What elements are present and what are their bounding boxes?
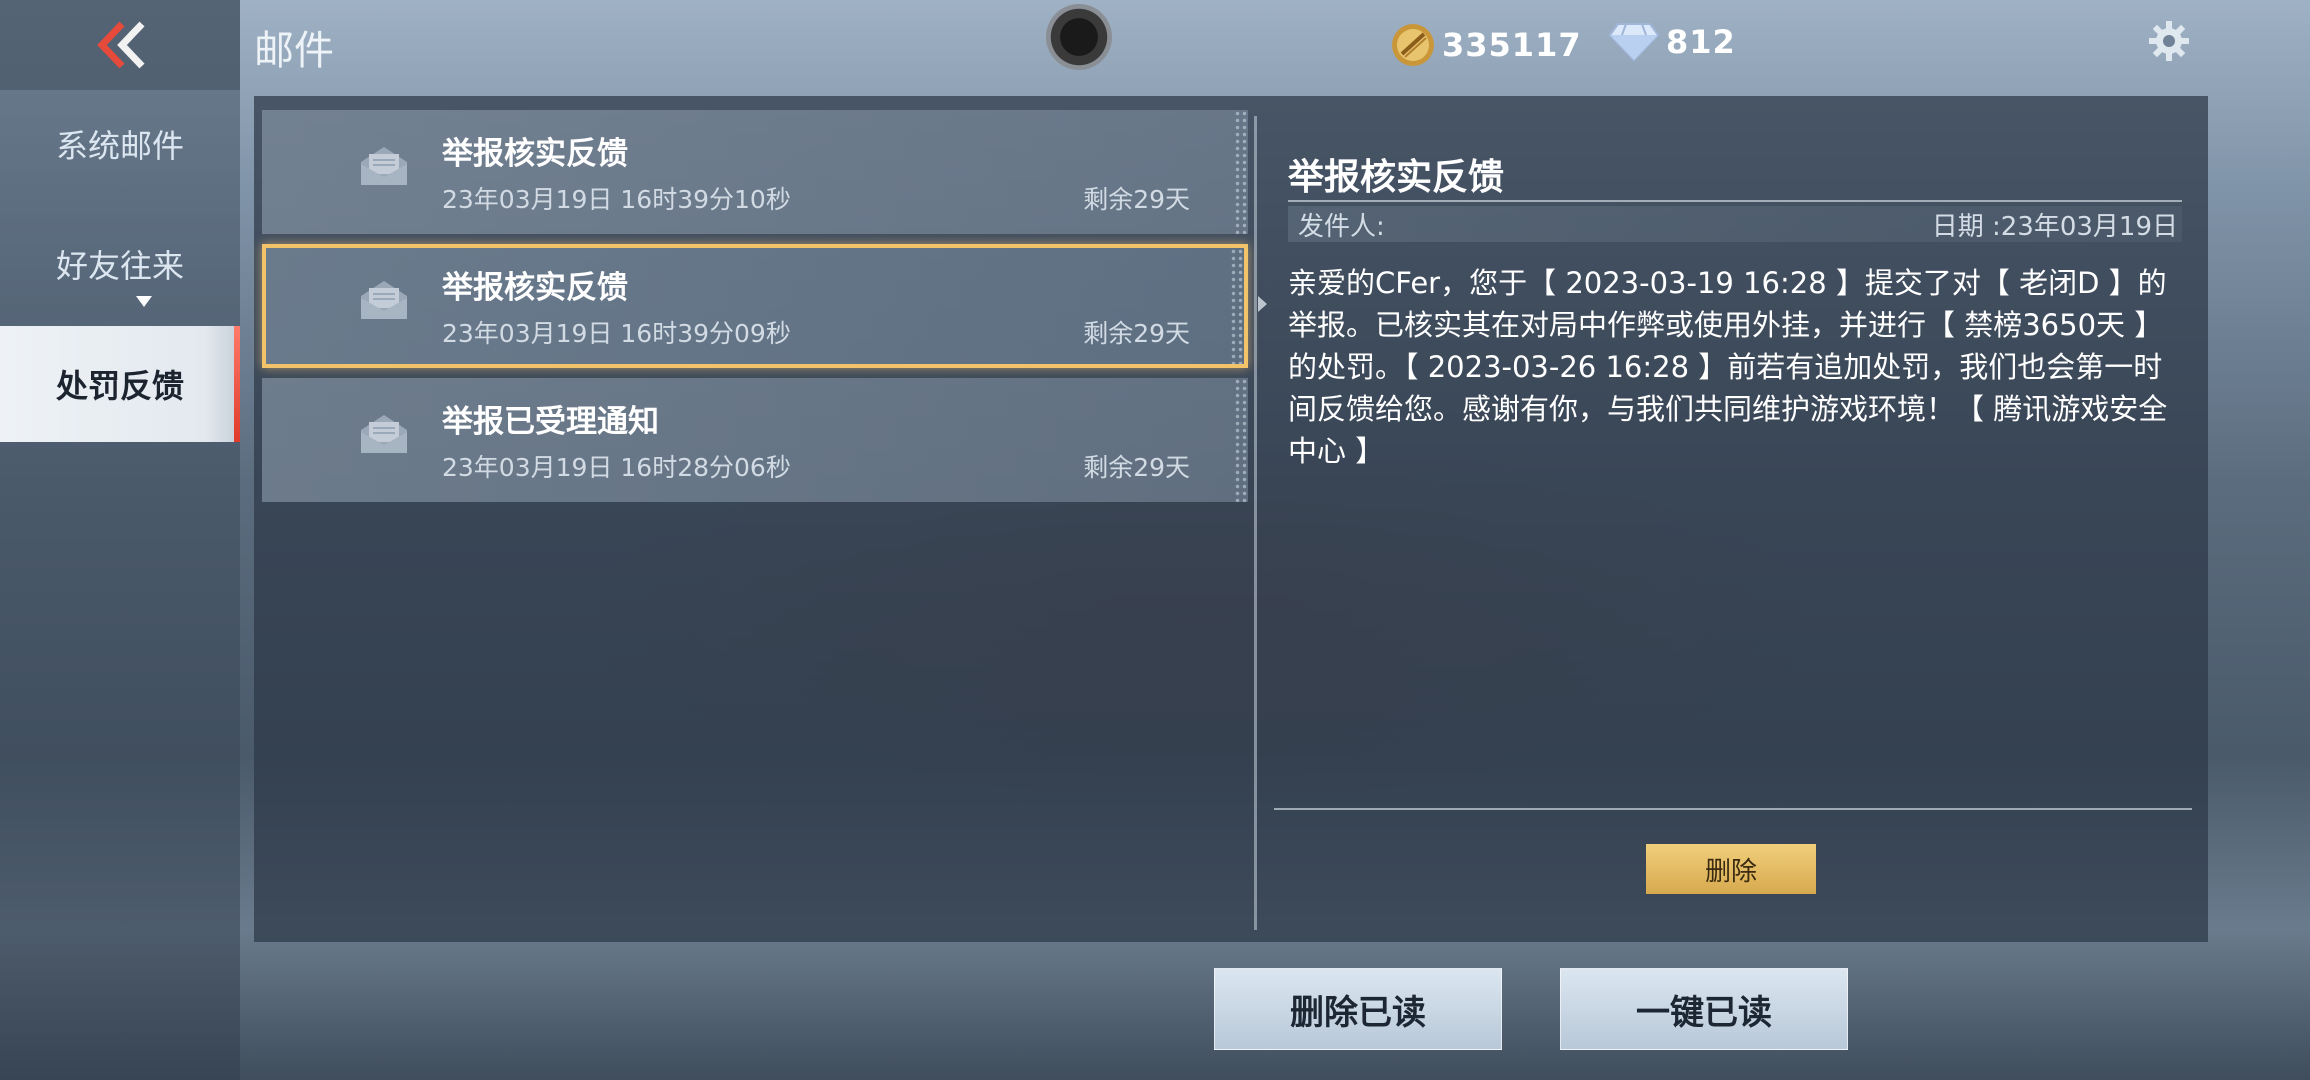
vertical-divider bbox=[1254, 116, 1257, 930]
title-divider bbox=[1288, 200, 2182, 202]
sidebar-item-label: 好友往来 bbox=[55, 247, 184, 285]
sidebar-item-penalty-feedback[interactable]: 处罚反馈 bbox=[0, 326, 240, 442]
mail-list-item-selected[interactable]: 举报核实反馈 23年03月19日 16时39分09秒 剩余29天 bbox=[262, 244, 1248, 368]
sender-label: 发件人: bbox=[1298, 212, 1385, 242]
mail-date: 23年03月19日 16时39分10秒 bbox=[442, 185, 791, 214]
mail-subject: 举报核实反馈 bbox=[442, 270, 628, 306]
envelope-open-icon bbox=[358, 278, 410, 322]
mail-panel: 举报核实反馈 23年03月19日 16时39分10秒 剩余29天 举报核实反馈 … bbox=[254, 96, 2208, 942]
page-title: 邮件 bbox=[254, 28, 334, 74]
mail-remaining-days: 剩余29天 bbox=[1083, 319, 1190, 348]
diamond-amount: 812 bbox=[1666, 23, 1736, 61]
mail-meta-row: 发件人: 日期 :23年03月19日 bbox=[1288, 206, 2182, 242]
mail-detail-title: 举报核实反馈 bbox=[1288, 157, 1505, 198]
sidebar: 系统邮件 好友往来 处罚反馈 bbox=[0, 0, 240, 1080]
double-chevron-left-icon bbox=[92, 20, 148, 70]
sidebar-item-friends[interactable]: 好友往来 bbox=[0, 206, 240, 322]
mail-date: 23年03月19日 16时28分06秒 bbox=[442, 453, 791, 482]
mail-remaining-days: 剩余29天 bbox=[1083, 453, 1190, 482]
mail-list: 举报核实反馈 23年03月19日 16时39分10秒 剩余29天 举报核实反馈 … bbox=[262, 110, 1248, 512]
sidebar-item-label: 处罚反馈 bbox=[55, 367, 184, 405]
mail-remaining-days: 剩余29天 bbox=[1083, 185, 1190, 214]
delete-button[interactable]: 删除 bbox=[1646, 844, 1816, 894]
mail-body: 亲爱的CFer，您于【 2023-03-19 16:28 】提交了对【 老闭D … bbox=[1288, 266, 2168, 468]
envelope-open-icon bbox=[358, 144, 410, 188]
delete-read-button[interactable]: 删除已读 bbox=[1214, 968, 1502, 1050]
divider-arrow-icon bbox=[1258, 296, 1267, 312]
mail-list-item[interactable]: 举报已受理通知 23年03月19日 16时28分06秒 剩余29天 bbox=[262, 378, 1248, 502]
mail-detail-date: 日期 :23年03月19日 bbox=[1931, 212, 2178, 242]
sidebar-item-system-mail[interactable]: 系统邮件 bbox=[0, 86, 240, 202]
detail-divider bbox=[1274, 808, 2192, 810]
mail-date: 23年03月19日 16时39分09秒 bbox=[442, 319, 791, 348]
settings-button[interactable] bbox=[2148, 20, 2190, 62]
gold-balance: 335117 bbox=[1390, 22, 1582, 68]
mark-all-read-button[interactable]: 一键已读 bbox=[1560, 968, 1848, 1050]
sidebar-item-label: 系统邮件 bbox=[55, 127, 184, 165]
camera-cutout bbox=[1046, 4, 1112, 70]
mail-subject: 举报已受理通知 bbox=[442, 404, 659, 440]
gold-coin-icon bbox=[1390, 22, 1436, 68]
gold-amount: 335117 bbox=[1442, 26, 1582, 64]
back-button[interactable] bbox=[0, 0, 240, 90]
mail-list-item[interactable]: 举报核实反馈 23年03月19日 16时39分10秒 剩余29天 bbox=[262, 110, 1248, 234]
caret-down-icon bbox=[136, 296, 152, 307]
diamond-icon bbox=[1608, 22, 1660, 62]
envelope-open-icon bbox=[358, 412, 410, 456]
gear-icon bbox=[2148, 20, 2190, 62]
diamond-balance: 812 bbox=[1608, 22, 1736, 62]
mail-subject: 举报核实反馈 bbox=[442, 136, 628, 172]
